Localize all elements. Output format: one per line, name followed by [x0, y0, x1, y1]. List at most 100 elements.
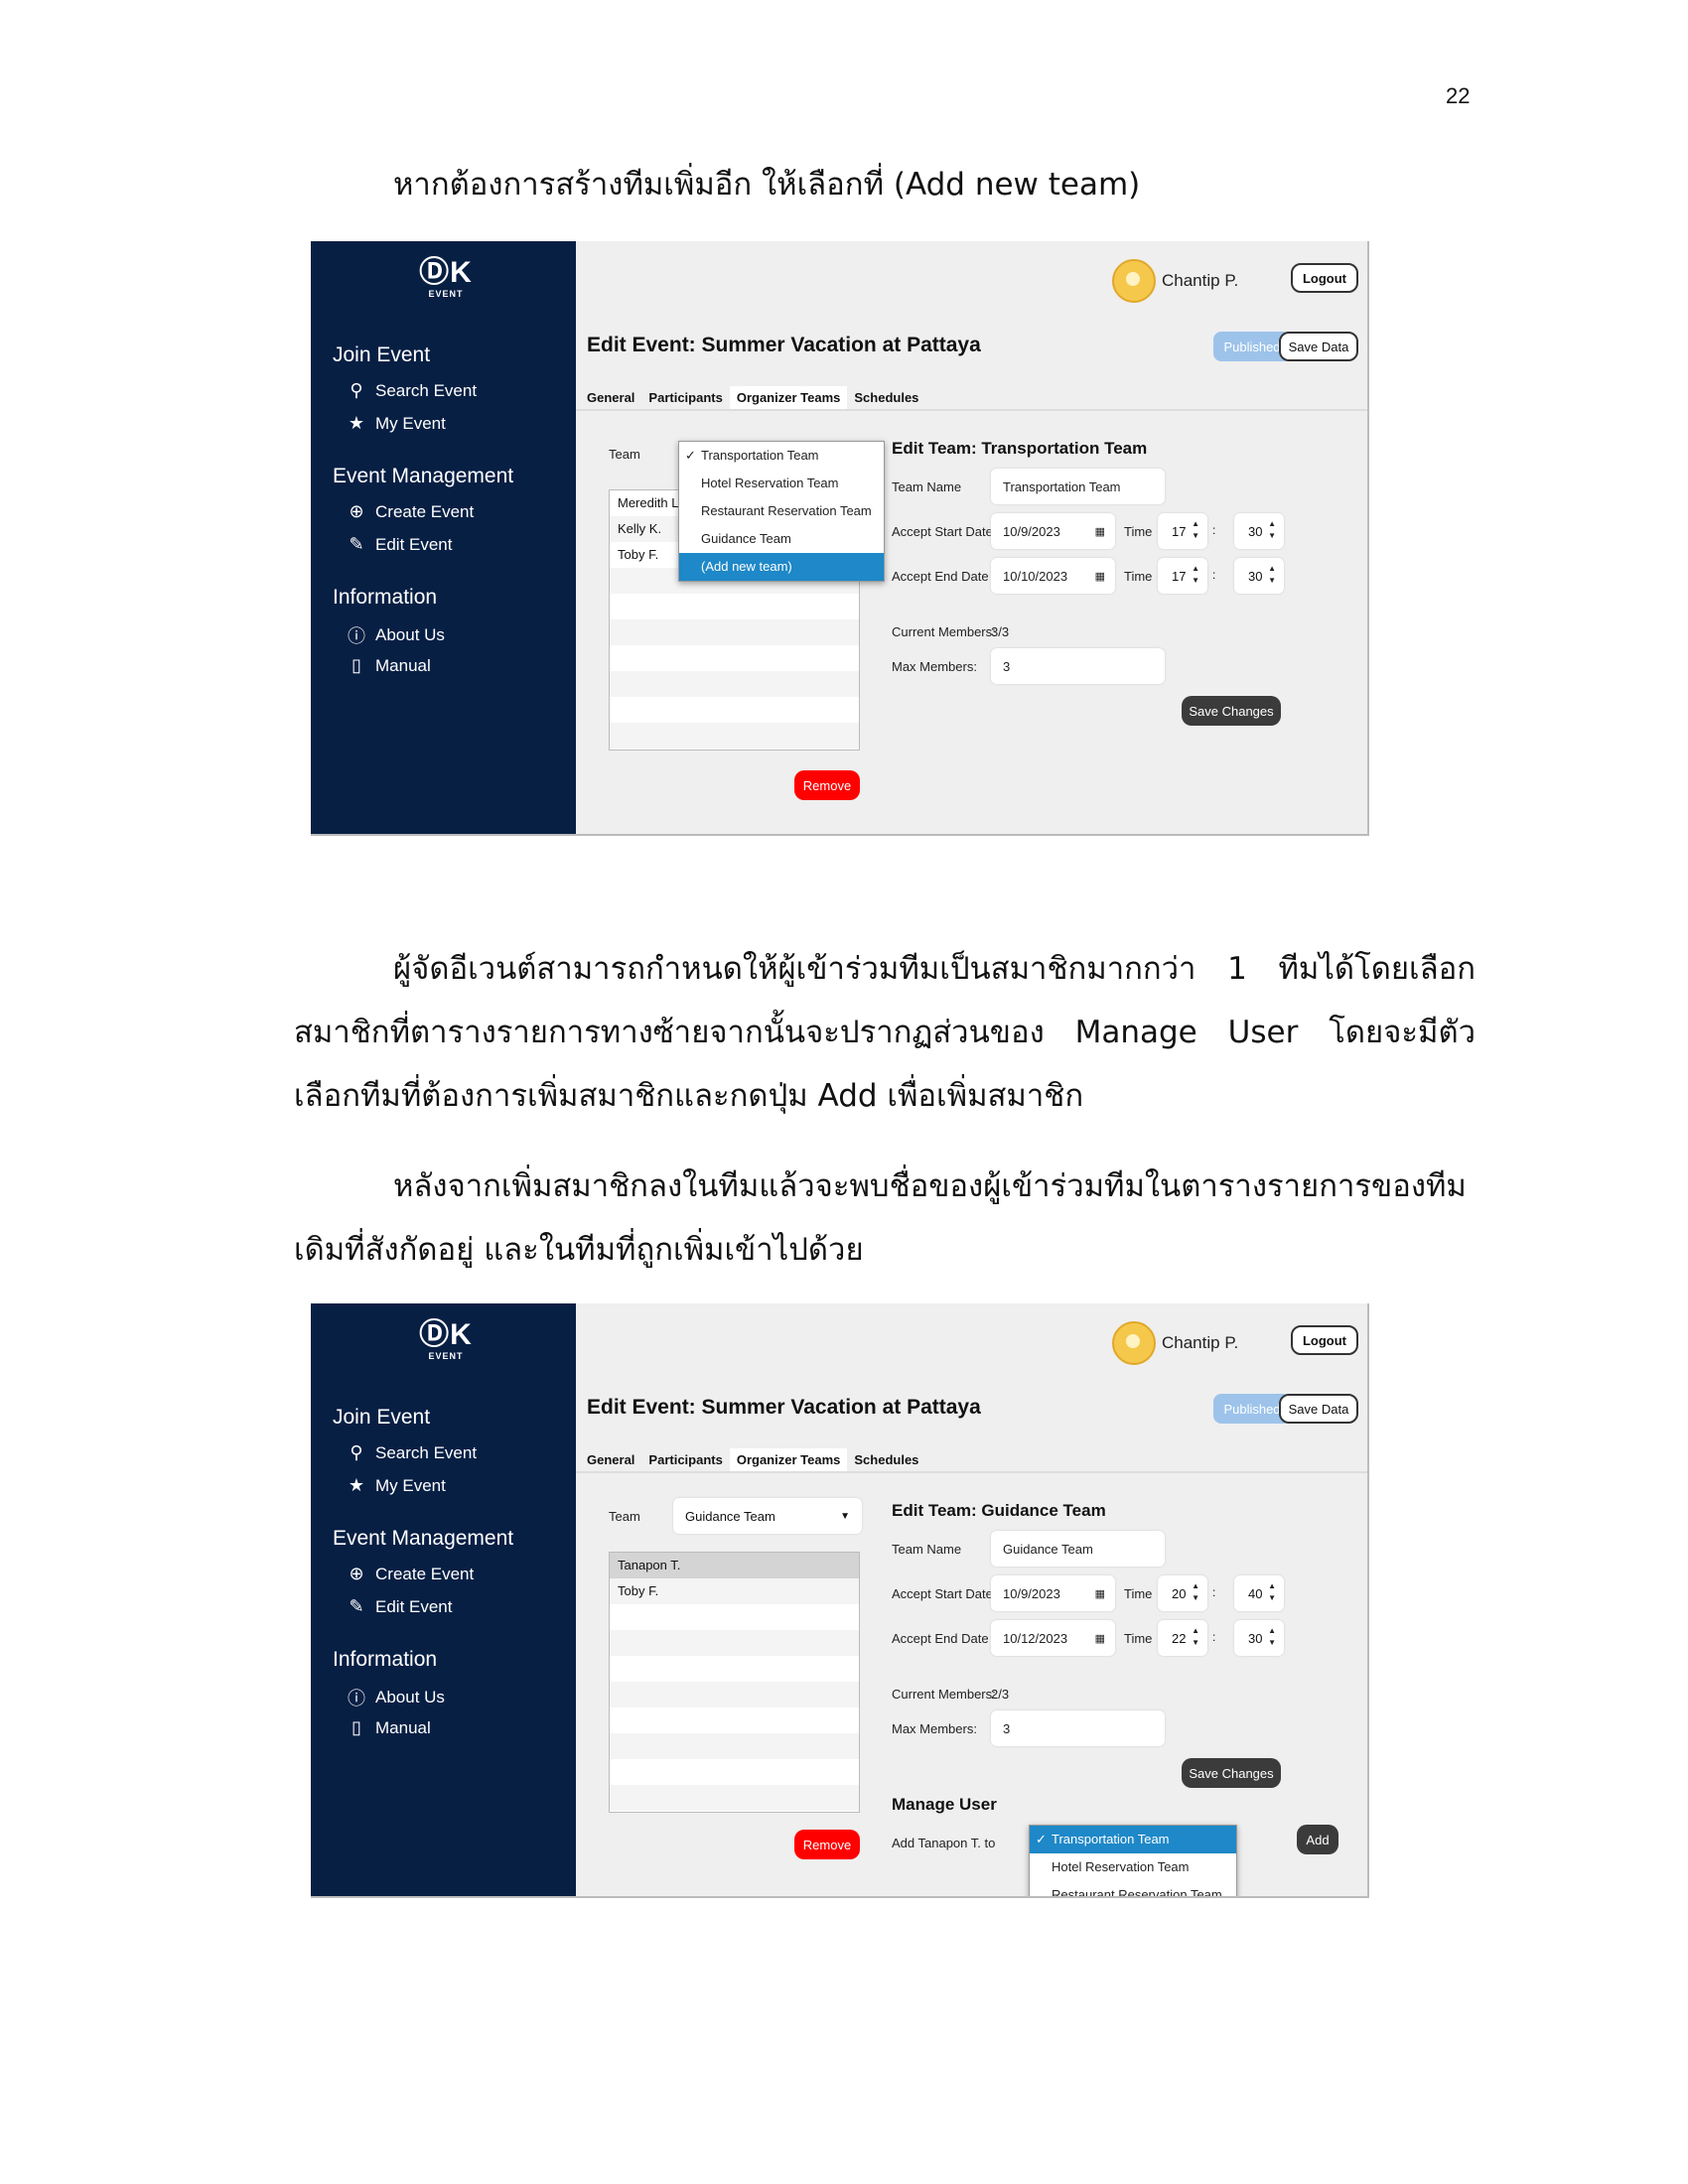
- avatar: [1112, 1321, 1156, 1365]
- remove-button[interactable]: Remove: [794, 770, 860, 800]
- sidebar-item-about-us[interactable]: ⓘ About Us: [347, 1685, 445, 1710]
- save-data-button[interactable]: Save Data: [1279, 1394, 1358, 1424]
- tab-participants[interactable]: Participants: [641, 1448, 729, 1472]
- app-logo[interactable]: ⒹK EVENT: [418, 257, 474, 300]
- user-profile[interactable]: Chantip P.: [1112, 1321, 1238, 1365]
- tab-participants[interactable]: Participants: [641, 386, 729, 410]
- tab-schedules[interactable]: Schedules: [847, 1448, 925, 1472]
- add-team-dropdown-menu[interactable]: ✓ Transportation Team Hotel Reservation T…: [1029, 1825, 1237, 1896]
- sidebar-section-join-event: Join Event: [333, 343, 431, 366]
- sidebar-item-search-event[interactable]: ⚲ Search Event: [347, 1442, 477, 1463]
- team-name-label: Team Name: [892, 479, 962, 494]
- save-data-button[interactable]: Save Data: [1279, 332, 1358, 361]
- save-changes-button[interactable]: Save Changes: [1182, 1758, 1281, 1788]
- member-list[interactable]: Tanapon T. Toby F.: [609, 1552, 860, 1813]
- calendar-icon[interactable]: ▦: [1095, 570, 1105, 583]
- start-minute-spinner[interactable]: 30 ▲ ▼: [1234, 513, 1284, 549]
- dropdown-item-restaurant[interactable]: Restaurant Reservation Team: [1030, 1881, 1236, 1896]
- start-date-picker[interactable]: 10/9/2023 ▦: [991, 513, 1115, 549]
- end-hour-spinner[interactable]: 22 ▲ ▼: [1158, 1620, 1207, 1656]
- accept-end-date-label: Accept End Date: [892, 1631, 989, 1646]
- save-changes-button[interactable]: Save Changes: [1182, 696, 1281, 726]
- calendar-icon[interactable]: ▦: [1095, 1587, 1105, 1600]
- tab-schedules[interactable]: Schedules: [847, 386, 925, 410]
- end-minute-spinner[interactable]: 30 ▲ ▼: [1234, 1620, 1284, 1656]
- spinner-arrows-icon[interactable]: ▲ ▼: [1268, 563, 1276, 587]
- sidebar-item-about-us[interactable]: ⓘ About Us: [347, 622, 445, 648]
- dropdown-item-guidance[interactable]: Guidance Team: [679, 525, 884, 553]
- sidebar-item-edit-event[interactable]: ✎ Edit Event: [347, 1596, 452, 1617]
- calendar-icon[interactable]: ▦: [1095, 525, 1105, 538]
- paragraph-1: หากต้องการสร้างทีมเพิ่มอีก ให้เลือกที่ (…: [393, 167, 1141, 203]
- dropdown-item-hotel[interactable]: Hotel Reservation Team: [1030, 1853, 1236, 1881]
- accept-start-date-label: Accept Start Date: [892, 1586, 993, 1601]
- max-members-input[interactable]: 3: [991, 648, 1165, 684]
- check-icon: ✓: [1036, 1832, 1047, 1846]
- app-logo[interactable]: ⒹK EVENT: [418, 1319, 474, 1362]
- remove-button[interactable]: Remove: [794, 1830, 860, 1859]
- dropdown-item-restaurant[interactable]: Restaurant Reservation Team: [679, 497, 884, 525]
- plus-circle-icon: ⊕: [349, 1564, 364, 1583]
- spinner-arrows-icon[interactable]: ▲ ▼: [1268, 518, 1276, 542]
- sidebar: ⒹK EVENT Join Event ⚲ Search Event ★ My Ev…: [311, 1303, 576, 1896]
- time-label: Time: [1124, 1586, 1153, 1601]
- start-hour-spinner[interactable]: 20 ▲ ▼: [1158, 1575, 1207, 1611]
- user-name: Chantip P.: [1162, 1333, 1239, 1352]
- user-profile[interactable]: Chantip P.: [1112, 259, 1238, 303]
- sidebar-item-create-event[interactable]: ⊕ Create Event: [347, 1564, 474, 1584]
- edit-team-heading: Edit Team: Transportation Team: [892, 439, 1148, 458]
- calendar-icon[interactable]: ▦: [1095, 1632, 1105, 1645]
- dropdown-item-add-new-team[interactable]: (Add new team): [679, 553, 884, 581]
- tab-organizer-teams[interactable]: Organizer Teams: [729, 1448, 848, 1472]
- start-minute-spinner[interactable]: 40 ▲ ▼: [1234, 1575, 1284, 1611]
- logout-button[interactable]: Logout: [1291, 263, 1358, 293]
- start-date-picker[interactable]: 10/9/2023 ▦: [991, 1575, 1115, 1611]
- dropdown-item-transportation[interactable]: ✓ Transportation Team: [1030, 1826, 1236, 1853]
- star-icon: ★: [348, 1475, 365, 1495]
- sidebar-item-manual[interactable]: ▯ Manual: [347, 1717, 431, 1738]
- spinner-arrows-icon[interactable]: ▲ ▼: [1192, 518, 1199, 542]
- sidebar-item-search-event[interactable]: ⚲ Search Event: [347, 380, 477, 401]
- dropdown-item-hotel[interactable]: Hotel Reservation Team: [679, 470, 884, 497]
- end-minute-spinner[interactable]: 30 ▲ ▼: [1234, 558, 1284, 594]
- end-date-picker[interactable]: 10/12/2023 ▦: [991, 1620, 1115, 1656]
- user-name: Chantip P.: [1162, 271, 1239, 290]
- pencil-icon: ✎: [349, 534, 364, 554]
- end-hour-spinner[interactable]: 17 ▲ ▼: [1158, 558, 1207, 594]
- book-icon: ▯: [352, 1717, 361, 1737]
- end-date-picker[interactable]: 10/10/2023 ▦: [991, 558, 1115, 594]
- sidebar-item-create-event[interactable]: ⊕ Create Event: [347, 501, 474, 522]
- tab-organizer-teams[interactable]: Organizer Teams: [729, 386, 848, 410]
- team-name-input[interactable]: Guidance Team: [991, 1531, 1165, 1567]
- check-icon: ✓: [685, 448, 696, 463]
- team-select[interactable]: Guidance Team ▼: [673, 1498, 862, 1534]
- logout-button[interactable]: Logout: [1291, 1325, 1358, 1355]
- spinner-arrows-icon[interactable]: ▲ ▼: [1192, 1580, 1199, 1604]
- add-button[interactable]: Add: [1297, 1825, 1338, 1854]
- sidebar-section-information: Information: [333, 1648, 438, 1671]
- team-dropdown-menu[interactable]: ✓ Transportation Team Hotel Reservation T…: [678, 441, 885, 582]
- edit-team-heading: Edit Team: Guidance Team: [892, 1501, 1106, 1520]
- spinner-arrows-icon[interactable]: ▲ ▼: [1268, 1625, 1276, 1649]
- tab-bar: General Participants Organizer Teams Sch…: [587, 1448, 925, 1472]
- list-item[interactable]: Tanapon T.: [610, 1553, 859, 1578]
- spinner-arrows-icon[interactable]: ▲ ▼: [1268, 1580, 1276, 1604]
- list-item[interactable]: Toby F.: [610, 1578, 859, 1604]
- accept-start-date-label: Accept Start Date: [892, 524, 993, 539]
- sidebar-item-manual[interactable]: ▯ Manual: [347, 655, 431, 676]
- max-members-input[interactable]: 3: [991, 1710, 1165, 1746]
- dropdown-item-transportation[interactable]: ✓ Transportation Team: [679, 442, 884, 470]
- info-icon: ⓘ: [348, 1689, 365, 1708]
- team-name-input[interactable]: Transportation Team: [991, 469, 1165, 504]
- sidebar-item-my-event[interactable]: ★ My Event: [347, 413, 446, 434]
- spinner-arrows-icon[interactable]: ▲ ▼: [1192, 1625, 1199, 1649]
- sidebar-item-edit-event[interactable]: ✎ Edit Event: [347, 534, 452, 555]
- search-icon: ⚲: [350, 380, 363, 400]
- spinner-arrows-icon[interactable]: ▲ ▼: [1192, 563, 1199, 587]
- tab-general[interactable]: General: [587, 1448, 641, 1472]
- tab-general[interactable]: General: [587, 386, 641, 410]
- sidebar-item-my-event[interactable]: ★ My Event: [347, 1475, 446, 1496]
- divider: [576, 1471, 1367, 1473]
- start-hour-spinner[interactable]: 17 ▲ ▼: [1158, 513, 1207, 549]
- main-panel: Chantip P. Logout Edit Event: Summer Vac…: [576, 1303, 1367, 1896]
